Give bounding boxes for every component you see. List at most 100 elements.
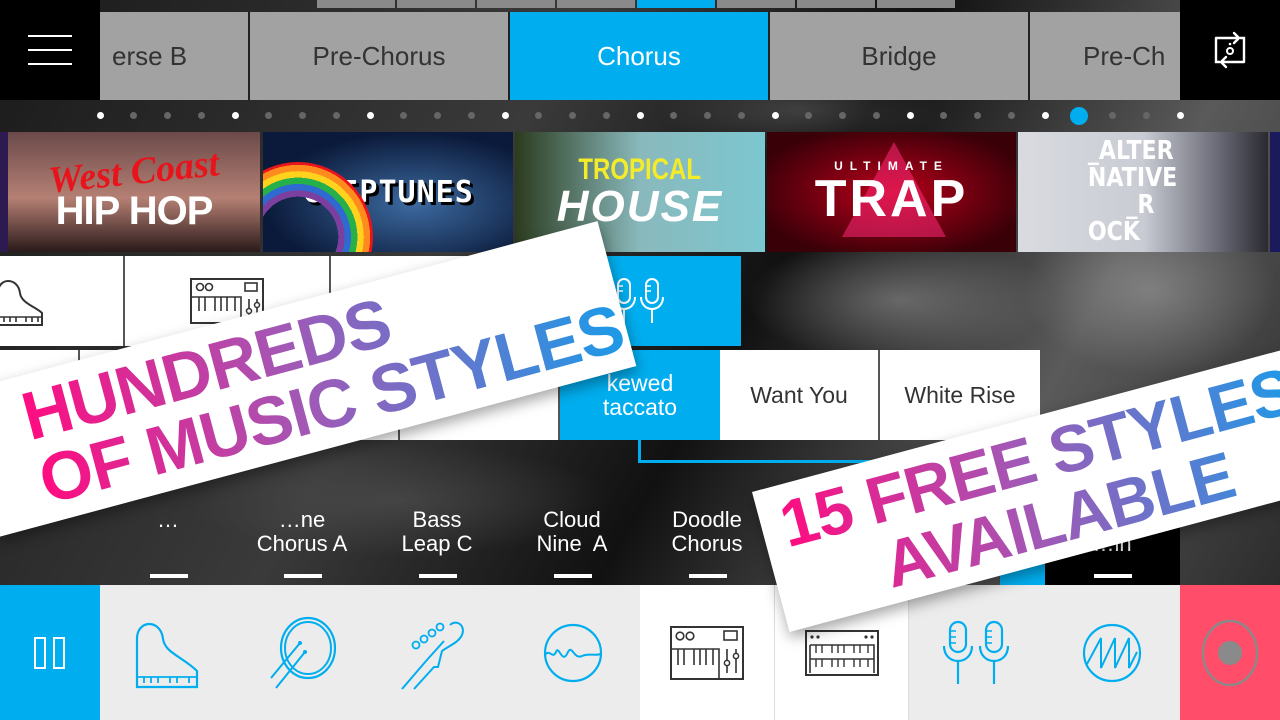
section-tab-label: erse B [112, 40, 188, 71]
record-icon [1201, 619, 1259, 686]
page-dot[interactable] [501, 112, 509, 119]
hamburger-icon-line [28, 49, 72, 51]
page-dot[interactable] [974, 112, 981, 119]
track-synth[interactable] [640, 585, 775, 720]
section-tab-verse-b[interactable]: erse B [80, 12, 250, 100]
variation-label: …ne Chorus A [256, 507, 348, 556]
variation-indicator [689, 574, 727, 578]
style-pack-title: TROPICAL [578, 153, 702, 186]
style-pack-title: _ALTER NATIVE _R OCK [1088, 136, 1178, 247]
page-dot[interactable] [535, 112, 543, 119]
page-dot[interactable] [569, 112, 576, 119]
track-bass[interactable] [370, 585, 505, 720]
page-dot[interactable] [906, 112, 914, 119]
section-progress-segment [637, 0, 715, 8]
page-dot[interactable] [737, 112, 745, 119]
page-dot[interactable] [400, 112, 408, 119]
variation-item[interactable]: Doodle Chorus [642, 508, 772, 588]
track-piano[interactable] [100, 585, 235, 720]
menu-button[interactable] [0, 0, 100, 100]
loop-switch-button[interactable] [1180, 0, 1280, 100]
section-progress-segment [477, 0, 555, 8]
page-dot[interactable] [805, 112, 813, 119]
drum-icon [269, 616, 336, 689]
section-tabs: erse B Pre-Chorus Chorus Bridge Pre-Ch [0, 12, 1280, 100]
variation-indicator [150, 574, 188, 578]
section-tab-bridge[interactable]: Bridge [770, 12, 1030, 100]
page-dot[interactable] [1041, 112, 1049, 119]
page-dot[interactable] [1007, 112, 1015, 119]
section-tab-chorus[interactable]: Chorus [510, 12, 770, 100]
page-dot[interactable] [164, 112, 171, 119]
section-progress-segment [877, 0, 955, 8]
variation-indicator [554, 574, 592, 578]
variation-item[interactable]: Bass Leap C [372, 508, 502, 588]
page-dot[interactable] [940, 112, 948, 119]
page-dot[interactable] [670, 112, 678, 119]
variation-indicator [1094, 574, 1132, 578]
page-dot[interactable] [467, 112, 475, 119]
page-dot[interactable] [1142, 112, 1150, 119]
variation-indicator [284, 574, 322, 578]
instrument-piano[interactable] [0, 256, 125, 346]
variation-item[interactable]: Cloud Nine A [507, 508, 637, 588]
section-tab-pre-chorus-2[interactable]: Pre-Ch [1030, 12, 1190, 100]
track-drums[interactable] [235, 585, 370, 720]
page-dot-current[interactable] [1069, 107, 1088, 125]
style-pack-card-partial[interactable] [0, 132, 8, 252]
style-pack-card-west-coast-hip-hop[interactable]: West Coast HIP HOP [8, 132, 260, 252]
section-tab-label: Pre-Ch [1083, 40, 1166, 71]
page-dot[interactable] [96, 112, 104, 119]
microphones-icon [942, 620, 1009, 684]
section-progress-segment [717, 0, 795, 8]
section-progress-segment [397, 0, 475, 8]
page-dot[interactable] [299, 112, 306, 119]
page-dot[interactable] [265, 112, 273, 119]
page-dot[interactable] [636, 112, 644, 119]
variation-indicator [419, 574, 457, 578]
pattern-label: kewed taccato [602, 370, 678, 420]
variation-item[interactable]: … [103, 508, 233, 588]
style-pack-subtitle: HOUSE [556, 182, 724, 231]
page-dot[interactable] [1109, 112, 1116, 119]
variation-item[interactable]: …ne Chorus A [237, 508, 367, 588]
page-dot[interactable] [1176, 112, 1184, 119]
hamburger-icon-line [28, 63, 72, 65]
page-dot[interactable] [231, 112, 239, 119]
style-pack-card-partial[interactable] [1270, 132, 1280, 252]
style-pack-card-chiptunes[interactable]: CHIPTUNES [263, 132, 513, 252]
page-dot[interactable] [602, 112, 610, 119]
page-dot[interactable] [704, 112, 711, 119]
page-dot[interactable] [872, 112, 880, 119]
grand-piano-icon [135, 622, 198, 688]
pattern-label: Want You [750, 382, 848, 408]
page-dot[interactable] [771, 112, 779, 119]
pattern-label: White Rise [904, 382, 1016, 408]
page-dot[interactable] [839, 112, 846, 119]
section-tab-pre-chorus[interactable]: Pre-Chorus [250, 12, 510, 100]
section-progress-segment [317, 0, 395, 8]
pattern-item[interactable]: Want You [720, 350, 880, 440]
track-fx[interactable] [505, 585, 640, 720]
page-dot[interactable] [434, 112, 441, 119]
variation-label: … [157, 507, 179, 532]
style-pack-carousel: West Coast HIP HOP CHIPTUNES TROPICAL HO… [0, 132, 1280, 252]
style-pack-card-ultimate-trap[interactable]: ULTIMATE TRAP [767, 132, 1016, 252]
pause-icon [34, 636, 65, 669]
style-pack-subtitle: TRAP [814, 170, 969, 228]
section-tab-label: Pre-Chorus [312, 40, 446, 71]
variation-label: Doodle Chorus [671, 507, 743, 556]
page-dot[interactable] [197, 112, 205, 119]
page-dot[interactable] [366, 112, 374, 119]
page-dot[interactable] [130, 112, 138, 119]
style-pack-card-alternative-rock[interactable]: _ALTER NATIVE _R OCK [1018, 132, 1268, 252]
track-lead[interactable] [1044, 585, 1180, 720]
track-vocals[interactable] [909, 585, 1044, 720]
sawtooth-wave-icon [1082, 623, 1142, 682]
record-button[interactable] [1180, 585, 1280, 720]
synth-keyboard-icon [670, 625, 744, 680]
play-pause-button[interactable] [0, 585, 100, 720]
page-dot[interactable] [332, 112, 340, 119]
grand-piano-icon [0, 280, 43, 326]
section-progress-segment [797, 0, 875, 8]
